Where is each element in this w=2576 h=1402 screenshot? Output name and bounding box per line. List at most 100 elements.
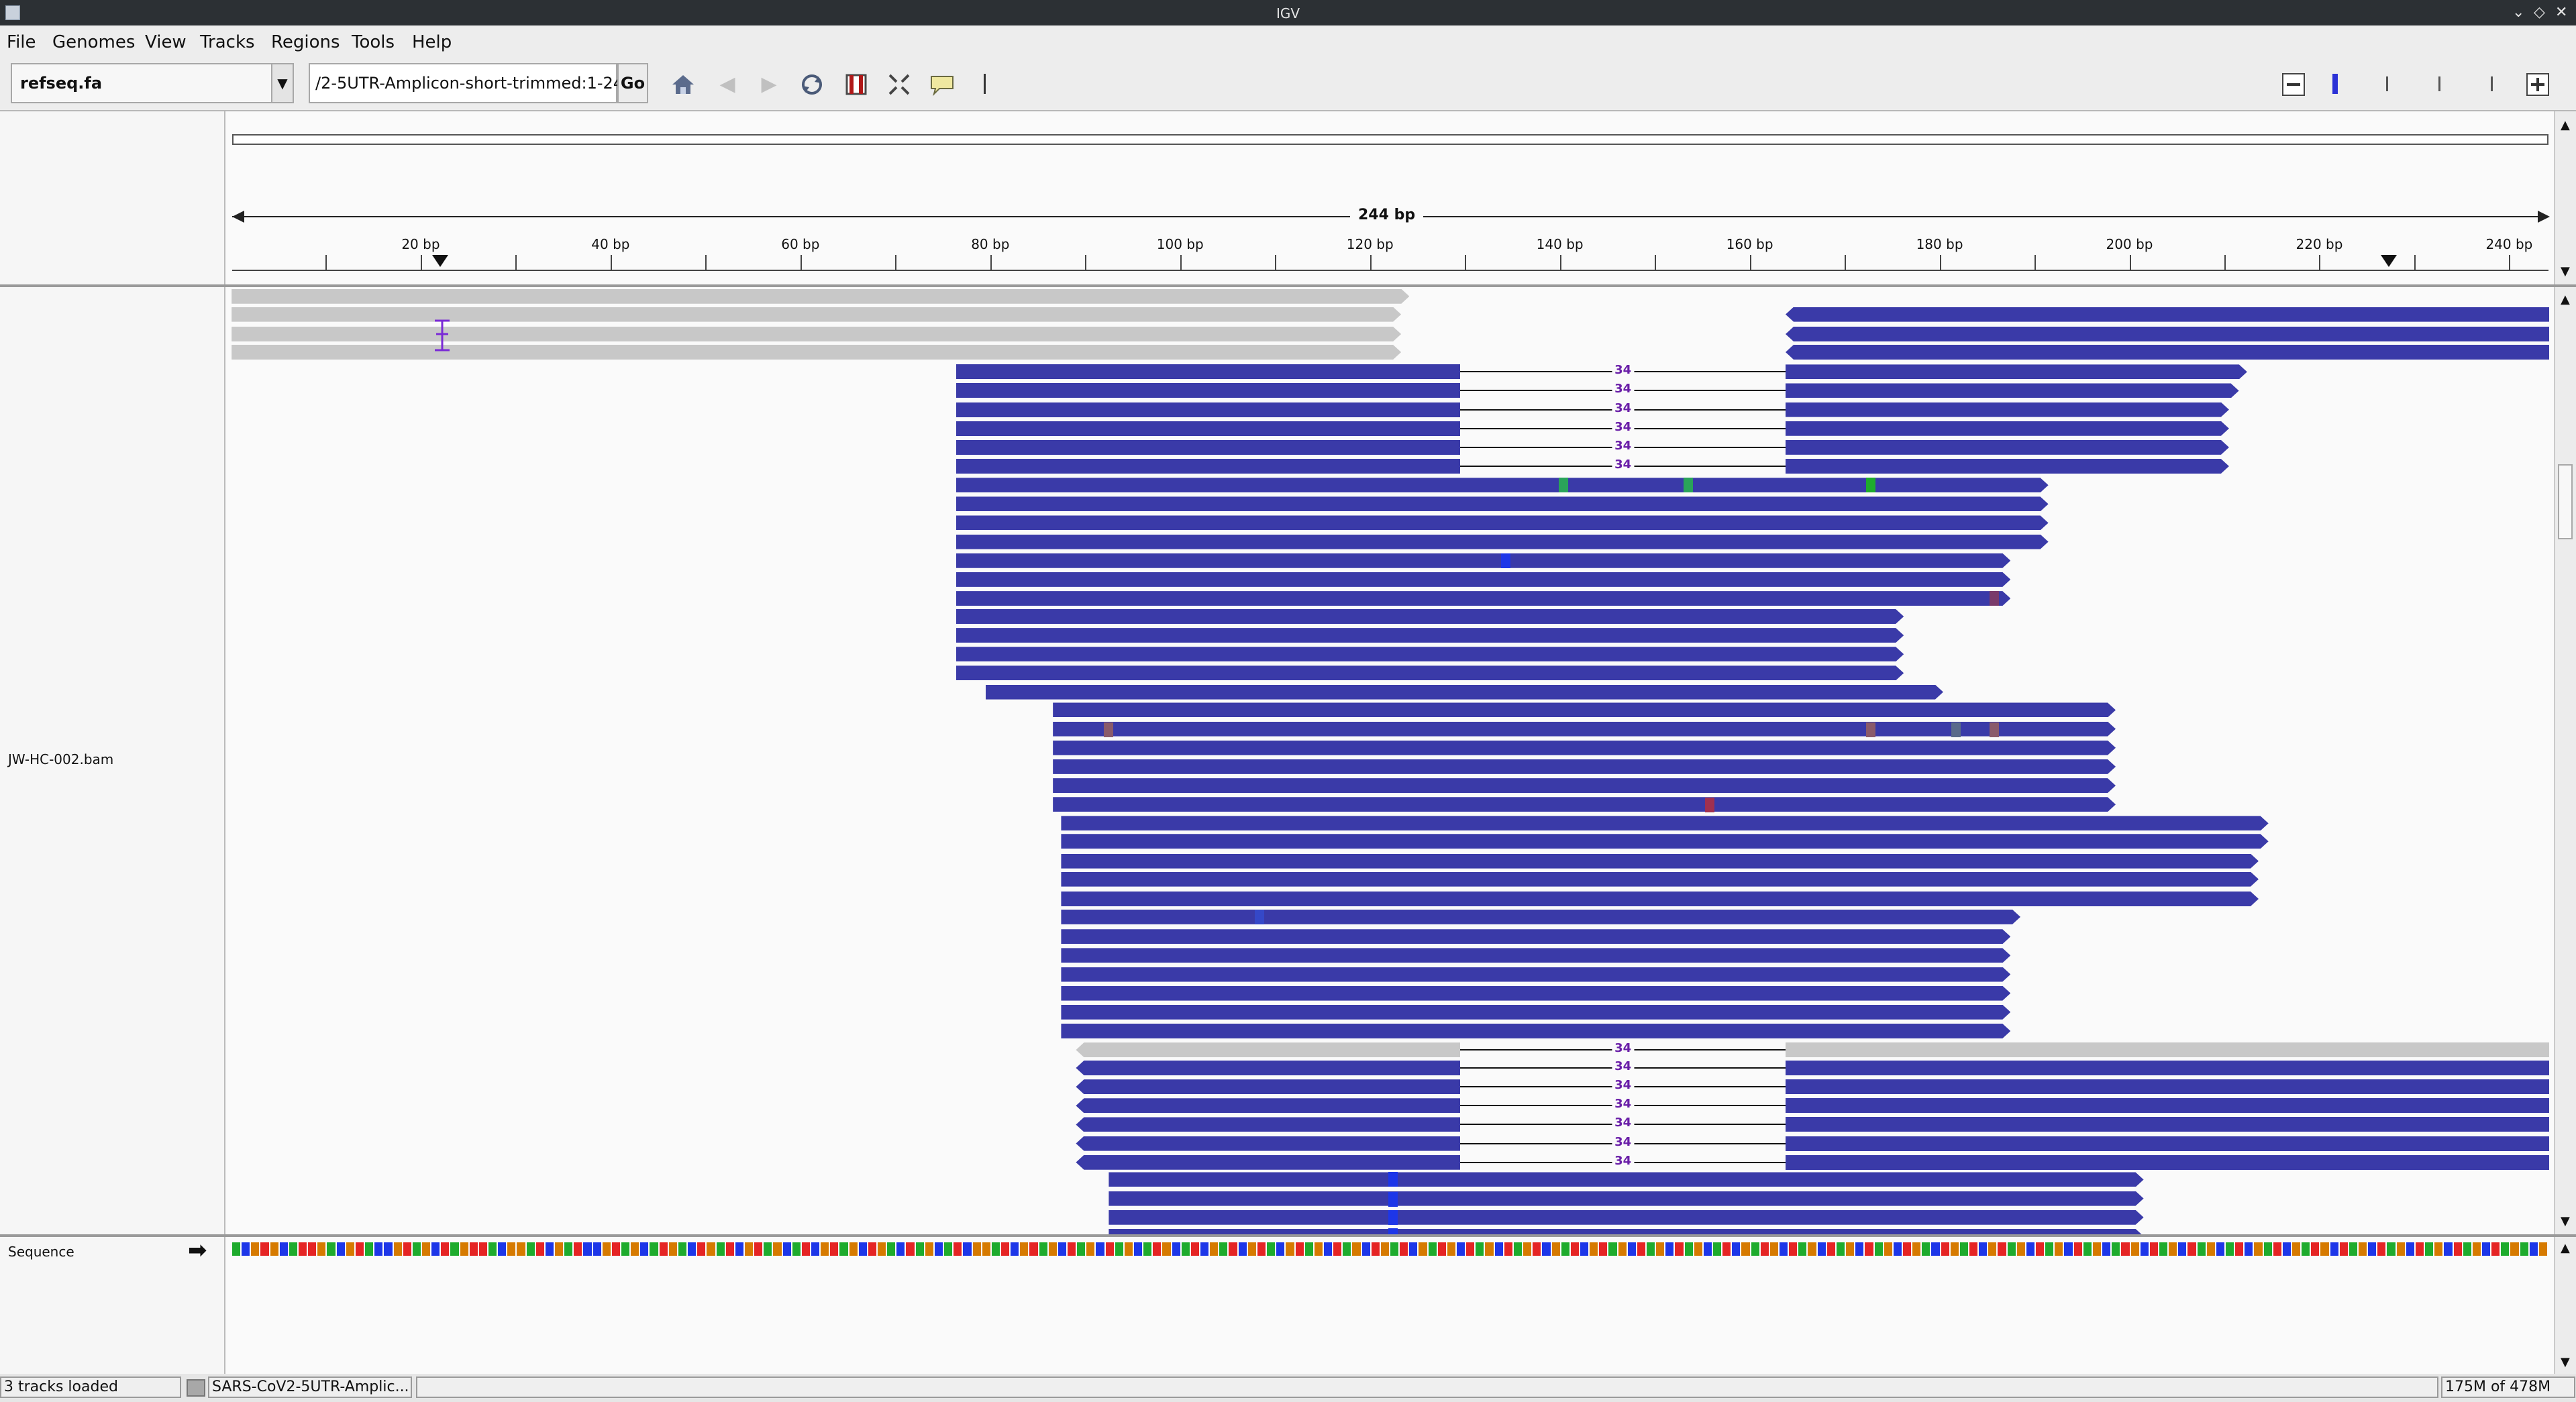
- alignment-read[interactable]: [1076, 1079, 1461, 1095]
- alignment-read[interactable]: [1785, 1079, 2550, 1095]
- minimize-icon[interactable]: ⌄: [2512, 4, 2524, 21]
- alignment-read[interactable]: [231, 327, 1401, 341]
- zoom-level-4[interactable]: [2479, 71, 2506, 98]
- alignment-read[interactable]: [1785, 1117, 2550, 1132]
- alignment-read[interactable]: [1785, 1061, 2550, 1076]
- insertion-marker-icon[interactable]: [431, 319, 454, 352]
- menu-file[interactable]: File: [7, 32, 36, 52]
- ruler-panel[interactable]: 244 bp 20 bp 40 bp 60 bp 80 bp 100 bp 120 bp 1…: [225, 111, 2554, 284]
- menu-view[interactable]: View: [145, 32, 187, 52]
- refresh-icon[interactable]: [798, 71, 825, 98]
- region-of-interest-icon[interactable]: [843, 71, 870, 98]
- genome-dropdown[interactable]: refseq.fa: [11, 63, 272, 103]
- menu-regions[interactable]: Regions: [271, 32, 340, 52]
- alignment-read[interactable]: [956, 553, 2011, 568]
- alignment-read[interactable]: [1109, 1172, 2143, 1187]
- sequence-track-name[interactable]: Sequence: [8, 1244, 74, 1260]
- alignment-read[interactable]: [956, 478, 2049, 492]
- genome-dropdown-arrow-icon[interactable]: ▼: [271, 63, 294, 103]
- locus-input[interactable]: /2-5UTR-Amplicon-short-trimmed:1-243: [309, 63, 633, 103]
- menu-tools[interactable]: Tools: [352, 32, 395, 52]
- alignment-read[interactable]: [956, 535, 2049, 549]
- alignment-read[interactable]: [956, 439, 1461, 455]
- alignment-read[interactable]: [956, 402, 1461, 417]
- alignment-read[interactable]: [1786, 421, 2229, 436]
- alignment-read[interactable]: [956, 383, 1461, 398]
- menu-genomes[interactable]: Genomes: [52, 32, 135, 52]
- alignment-track-name[interactable]: JW-HC-002.bam: [8, 751, 113, 767]
- scroll-down-icon[interactable]: ▼: [2561, 1214, 2570, 1228]
- alignment-read[interactable]: [1061, 834, 2268, 849]
- zoom-level-1[interactable]: [2322, 71, 2349, 98]
- scroll-down-icon[interactable]: ▼: [2561, 264, 2570, 278]
- alignment-read[interactable]: [1053, 759, 2116, 774]
- alignment-panel[interactable]: 34 34 34 34 34 34 34 34 34 34 34 34 34: [225, 287, 2554, 1234]
- alignment-read[interactable]: [231, 345, 1401, 360]
- alignment-read[interactable]: [1061, 910, 2020, 924]
- alignment-read[interactable]: [1053, 741, 2116, 755]
- alignment-read[interactable]: [986, 685, 1943, 700]
- zoom-level-2[interactable]: [2374, 71, 2401, 98]
- alignment-read[interactable]: [956, 665, 1904, 680]
- alignment-read[interactable]: [1785, 1098, 2550, 1114]
- scroll-down-icon[interactable]: ▼: [2561, 1355, 2570, 1369]
- zoom-in-icon[interactable]: [2524, 71, 2551, 98]
- ruler-marker-left-icon[interactable]: [432, 255, 448, 267]
- menu-help[interactable]: Help: [412, 32, 452, 52]
- alignment-read[interactable]: [1109, 1210, 2143, 1225]
- alignment-read[interactable]: [956, 364, 1461, 380]
- go-button[interactable]: Go: [617, 63, 648, 103]
- fit-to-window-icon[interactable]: [886, 71, 913, 98]
- home-icon[interactable]: [670, 71, 697, 98]
- scroll-up-icon[interactable]: ▲: [2561, 118, 2570, 132]
- scroll-up-icon[interactable]: ▲: [2561, 1241, 2570, 1255]
- alignment-read[interactable]: [1109, 1191, 2143, 1206]
- alignment-read[interactable]: [956, 421, 1461, 436]
- alignment-read[interactable]: [1053, 702, 2116, 717]
- alignment-read[interactable]: [1785, 1154, 2550, 1170]
- alignment-read[interactable]: [231, 307, 1401, 322]
- back-icon[interactable]: ◀: [714, 71, 741, 98]
- alignment-read[interactable]: [1076, 1098, 1461, 1114]
- sequence-panel[interactable]: [225, 1237, 2554, 1374]
- alignment-read[interactable]: [1076, 1042, 1461, 1058]
- scroll-thumb[interactable]: [2558, 464, 2573, 539]
- alignment-read[interactable]: [1785, 1136, 2550, 1151]
- alignment-read[interactable]: [1061, 929, 2010, 944]
- forward-icon[interactable]: ▶: [756, 71, 782, 98]
- alignment-read[interactable]: [1061, 816, 2268, 830]
- alignment-read[interactable]: [1786, 383, 2239, 398]
- alignment-read[interactable]: [1786, 459, 2229, 474]
- alignment-read[interactable]: [1061, 872, 2259, 887]
- alignment-read[interactable]: [956, 459, 1461, 474]
- alignment-read[interactable]: [1076, 1117, 1461, 1132]
- maximize-icon[interactable]: ◇: [2534, 4, 2545, 21]
- popup-info-icon[interactable]: [929, 71, 956, 98]
- alignment-read[interactable]: [1785, 327, 2550, 342]
- alignment-read[interactable]: [956, 496, 2049, 511]
- alignment-scrollbar[interactable]: ▲ ▼: [2554, 287, 2576, 1234]
- alignment-read[interactable]: [231, 289, 1409, 304]
- alignment-read[interactable]: [1785, 344, 2550, 360]
- ruler-tick-icon[interactable]: [972, 71, 998, 98]
- sequence-scrollbar[interactable]: ▲ ▼: [2554, 1237, 2576, 1374]
- alignment-read[interactable]: [956, 628, 1904, 643]
- alignment-read[interactable]: [956, 609, 1904, 624]
- zoom-out-icon[interactable]: [2280, 71, 2307, 98]
- alignment-read[interactable]: [956, 591, 2011, 606]
- alignment-read[interactable]: [956, 572, 2011, 587]
- chromosome-ideogram[interactable]: [232, 134, 2548, 145]
- alignment-read[interactable]: [1061, 1005, 2010, 1020]
- zoom-level-3[interactable]: [2426, 71, 2453, 98]
- alignment-read[interactable]: [956, 647, 1904, 661]
- alignment-read[interactable]: [1785, 1042, 2550, 1058]
- menu-tracks[interactable]: Tracks: [200, 32, 255, 52]
- alignment-read[interactable]: [1061, 854, 2259, 869]
- alignment-read[interactable]: [1786, 402, 2229, 417]
- alignment-read[interactable]: [1053, 797, 2116, 812]
- alignment-read[interactable]: [1061, 986, 2010, 1001]
- alignment-read[interactable]: [1786, 364, 2247, 379]
- alignment-read[interactable]: [1785, 307, 2550, 322]
- header-scrollbar[interactable]: ▲ ▼: [2554, 111, 2576, 284]
- alignment-read[interactable]: [1786, 440, 2229, 455]
